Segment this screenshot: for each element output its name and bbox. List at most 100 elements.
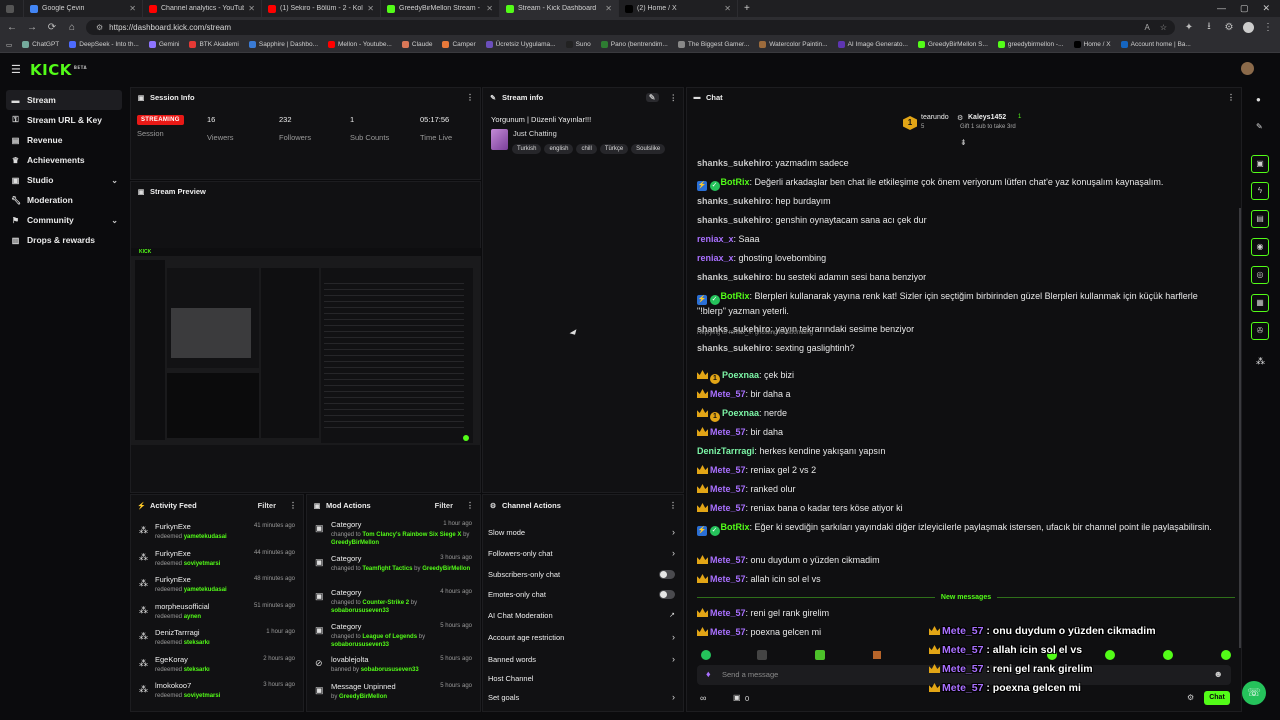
emote-icon[interactable] xyxy=(815,650,825,660)
sidebar-item-studio[interactable]: ▣ Studio ⌄ xyxy=(0,170,128,190)
bookmark-item[interactable]: Claude xyxy=(401,41,432,48)
activity-row[interactable]: ⁂ FurkynExe redeemed soviyetmarsi 44 minute… xyxy=(131,547,303,573)
chat-username[interactable]: shanks_sukehiro xyxy=(697,196,771,206)
chat-username[interactable]: BotRix xyxy=(721,177,750,187)
activity-row[interactable]: ⁂ EgeKoray redeemed steksarkı 2 hours ago xyxy=(131,653,303,679)
browser-menu-icon[interactable]: ⋮ xyxy=(1262,22,1274,33)
chat-message[interactable]: Mete_57: reniax gel 2 vs 2 xyxy=(697,464,1227,477)
emoji-icon[interactable]: ☻ xyxy=(1214,669,1223,679)
chat-message[interactable]: shanks_sukehiro: hep burdayım xyxy=(697,195,1227,208)
hamburger-menu-icon[interactable]: ☰ xyxy=(11,63,21,76)
filter-button[interactable]: Filter xyxy=(435,501,453,510)
site-info-icon[interactable]: ⚙ xyxy=(96,23,103,32)
profile-avatar[interactable] xyxy=(1243,21,1254,33)
chat-message[interactable]: DenizTarrragi: herkes kendine yakışanı y… xyxy=(697,445,1227,458)
chat-username[interactable]: BotRix xyxy=(721,522,750,532)
ai-moderation-item[interactable]: AI Chat Moderation ↗ xyxy=(483,605,683,625)
sidebar-item-community[interactable]: ⚑ Community ⌄ xyxy=(0,210,128,230)
chat-username[interactable]: shanks_sukehiro xyxy=(697,343,771,353)
bookmark-item[interactable]: Suno xyxy=(565,41,591,48)
emote-icon[interactable] xyxy=(757,650,767,660)
browser-tab[interactable]: Google Çeviri ✕ xyxy=(24,0,143,17)
tab-close-icon[interactable]: ✕ xyxy=(367,4,374,13)
tag[interactable]: Soulslike xyxy=(631,144,666,154)
close-window-icon[interactable]: ✕ xyxy=(1262,3,1270,14)
collapse-icon[interactable]: ⇟ xyxy=(960,138,967,147)
browser-tab[interactable]: (1) Sekiro - Bölüm - 2 - Kolay Boss ✕ xyxy=(262,0,381,17)
activity-row[interactable]: ⁂ morpheusofficial redeemed aynen 51 minute… xyxy=(131,600,303,626)
chat-message[interactable]: ⚡ ✓ BotRix: Değerli arkadaşlar ben chat i… xyxy=(697,176,1227,191)
chat-message[interactable]: shanks_sukehiro: genshin oynaytacam sana… xyxy=(697,214,1227,227)
browser-tab[interactable]: (2) Home / X ✕ xyxy=(619,0,738,17)
chat-scrollbar[interactable] xyxy=(1239,208,1241,648)
mod-action-row[interactable]: ⊘ lovablejolta banned by sobaborususeven33… xyxy=(307,655,480,674)
downloads-icon[interactable]: ⭳ xyxy=(1203,19,1215,36)
chat-username[interactable]: Mete_57 xyxy=(710,608,746,618)
pencil-icon[interactable]: ✎ xyxy=(1256,122,1263,131)
chat-message[interactable]: Mete_57: bir daha a xyxy=(697,388,1227,401)
chat-username[interactable]: Mete_57 xyxy=(710,427,746,437)
chat-message[interactable]: Mete_57: bir daha xyxy=(697,426,1227,439)
sidebar-item-moderation[interactable]: 🔧︎ Moderation xyxy=(0,190,128,210)
reply-reference[interactable]: Replying to reniax_x: ghosting lovebombi… xyxy=(697,330,813,336)
bookmark-item[interactable]: ChatGPT xyxy=(22,41,59,48)
chat-message[interactable]: Mete_57: reni gel rank girelim xyxy=(697,607,1227,620)
more-options-icon[interactable]: ⋮ xyxy=(669,501,677,510)
reload-icon[interactable]: ⟳ xyxy=(46,22,58,33)
support-chat-icon[interactable]: ☏ xyxy=(1242,681,1266,705)
filter-button[interactable]: Filter xyxy=(258,501,276,510)
tab-close-icon[interactable]: ✕ xyxy=(486,4,493,13)
back-icon[interactable]: ← xyxy=(6,22,18,33)
chat-username[interactable]: reniax_x xyxy=(697,234,734,244)
chat-username[interactable]: BotRix xyxy=(721,291,750,301)
chat-message[interactable]: 1 Poexnaa: çek bizi xyxy=(697,369,1227,384)
user-avatar[interactable] xyxy=(1241,62,1254,75)
tab-close-icon[interactable]: ✕ xyxy=(724,4,731,13)
rail-wrench-icon[interactable]: ✇ xyxy=(1251,322,1269,340)
edit-stream-info-icon[interactable]: ✎ xyxy=(645,93,659,102)
chat-message[interactable]: 1 Poexnaa: nerde xyxy=(697,407,1227,422)
new-tab-button[interactable]: + xyxy=(738,0,758,17)
chat-username[interactable]: Mete_57 xyxy=(710,627,746,637)
bookmark-item[interactable]: greedybirmellon -... xyxy=(997,41,1064,48)
info-icon[interactable]: ● xyxy=(1256,95,1261,104)
bookmark-item[interactable]: Watercolor Paintin... xyxy=(759,41,828,48)
mic-icon[interactable]: ♦ xyxy=(706,669,711,679)
activity-row[interactable]: ⁂ lmokokoo7 redeemed soviyetmarsi 3 hours a… xyxy=(131,679,303,705)
chat-username[interactable]: reniax_x xyxy=(697,253,734,263)
bookmark-item[interactable]: DeepSeek - Into th... xyxy=(69,41,139,48)
more-options-icon[interactable]: ⋮ xyxy=(466,93,474,102)
rail-panel-icon[interactable]: ▦ xyxy=(1251,294,1269,312)
chat-username[interactable]: Mete_57 xyxy=(710,555,746,565)
chat-username[interactable]: shanks_sukehiro xyxy=(697,215,771,225)
forward-icon[interactable]: → xyxy=(26,22,38,33)
bookmark-item[interactable]: The Biggest Gamer... xyxy=(677,41,749,48)
tab-close-icon[interactable]: ✕ xyxy=(605,4,612,13)
activity-row[interactable]: ⁂ FurkynExe redeemed yametekudasai 41 minut… xyxy=(131,520,303,546)
chat-username[interactable]: shanks_sukehiro xyxy=(697,272,771,282)
chat-username[interactable]: Mete_57 xyxy=(710,503,746,513)
sidebar-item-achievements[interactable]: ♛ Achievements xyxy=(0,150,128,170)
bookmark-item[interactable]: BTK Akademi xyxy=(189,41,239,48)
home-icon[interactable]: ⌂ xyxy=(66,22,78,33)
extension-icon[interactable]: ✦ xyxy=(1183,22,1195,33)
tab-close-icon[interactable]: ✕ xyxy=(129,4,136,13)
chat-message[interactable]: reniax_x: ghosting lovebombing xyxy=(697,252,1227,265)
sidebar-item-revenue[interactable]: ▤ Revenue xyxy=(0,130,128,150)
chat-message[interactable]: reniax_x: Saaa xyxy=(697,233,1227,246)
chat-message[interactable]: shanks_sukehiro: yazmadım sadece xyxy=(697,157,1227,170)
chat-message[interactable]: Mete_57: onu duydum o yüzden cikmadim xyxy=(697,554,1227,567)
tag[interactable]: chill xyxy=(576,144,597,154)
maximize-icon[interactable]: ▢ xyxy=(1240,3,1249,14)
rail-lightning-icon[interactable]: ϟ xyxy=(1251,182,1269,200)
slow-mode-item[interactable]: Slow mode › xyxy=(483,522,683,542)
rail-broadcast-icon[interactable]: ◎ xyxy=(1251,266,1269,284)
stream-preview-video[interactable]: KICK xyxy=(131,248,481,445)
mod-action-row[interactable]: ▣ Category changed to League of Legends by… xyxy=(307,622,480,649)
url-field[interactable]: ⚙ https://dashboard.kick.com/stream A ☆ xyxy=(86,19,1175,35)
more-options-icon[interactable]: ⋮ xyxy=(289,501,297,510)
sidebar-item-stream-url-key[interactable]: ⚿ Stream URL & Key xyxy=(0,110,128,130)
settings-icon[interactable]: ⚙ xyxy=(1223,22,1235,33)
emote-icon[interactable] xyxy=(1105,650,1115,660)
chat-username[interactable]: Mete_57 xyxy=(710,484,746,494)
